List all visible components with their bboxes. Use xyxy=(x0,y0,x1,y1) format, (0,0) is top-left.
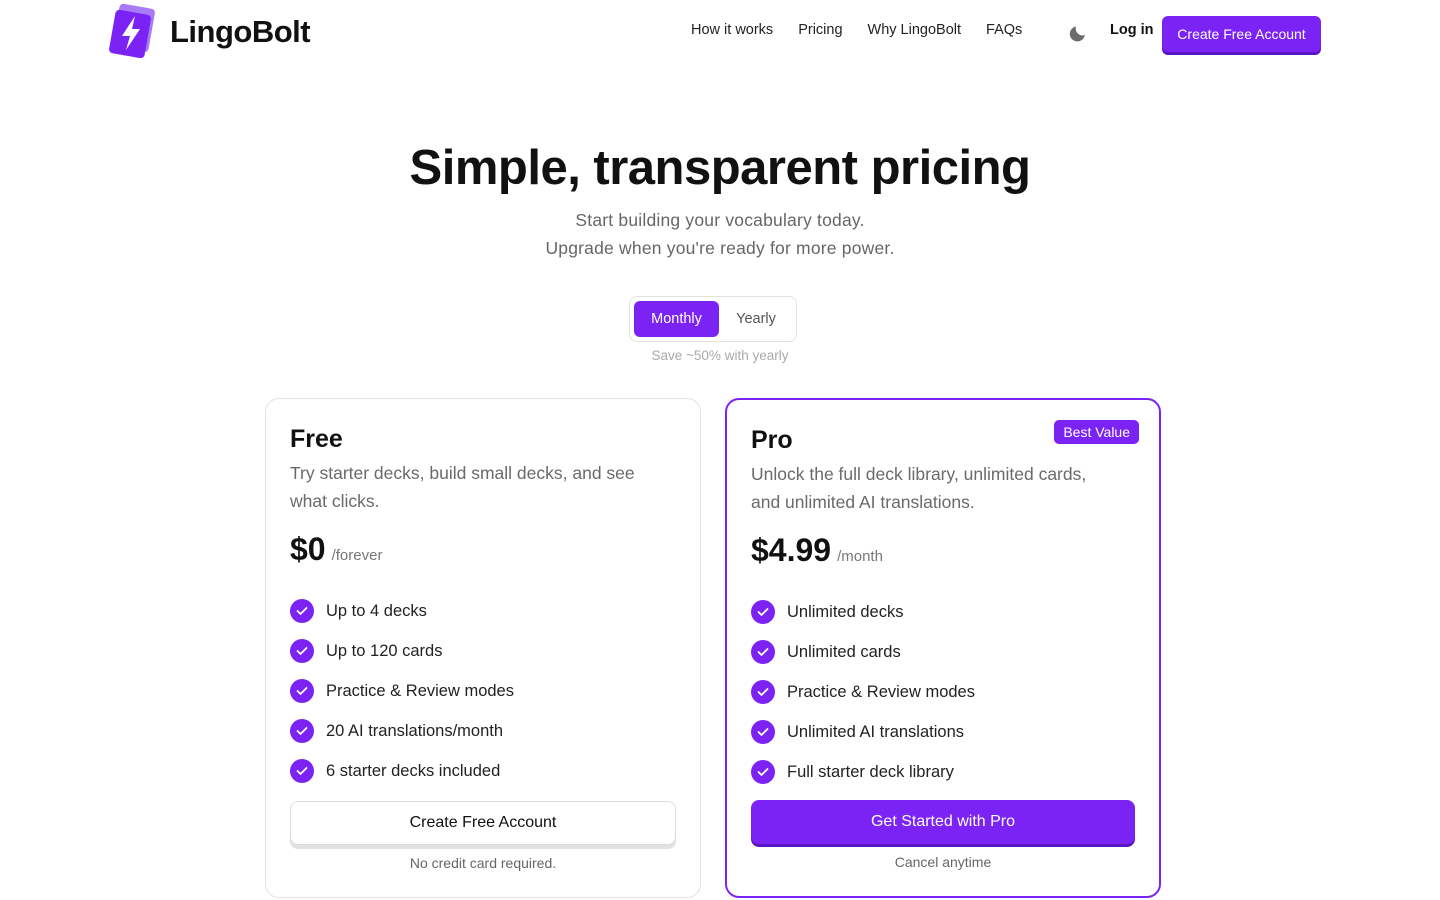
billing-toggle: Monthly Yearly xyxy=(629,296,797,342)
hero-subtitle-line2: Upgrade when you're ready for more power… xyxy=(545,238,895,258)
page-title: Simple, transparent pricing xyxy=(409,141,1031,195)
feature-item: Full starter deck library xyxy=(751,752,975,792)
plan-period: /month xyxy=(837,548,883,565)
plan-description: Unlock the full deck library, unlimited … xyxy=(751,464,1087,512)
billing-yearly-tab[interactable]: Yearly xyxy=(722,301,790,337)
bolt-logo-icon xyxy=(109,4,155,59)
feature-item: Unlimited cards xyxy=(751,632,975,672)
check-icon xyxy=(290,719,314,743)
nav-link-pricing[interactable]: Pricing xyxy=(798,22,842,38)
plan-card-free: Free Try starter decks, build small deck… xyxy=(265,398,701,898)
check-icon xyxy=(290,599,314,623)
feature-item: Up to 4 decks xyxy=(290,591,514,631)
yearly-savings-note: Save ~50% with yearly xyxy=(651,348,789,363)
price-row: $4.99 /month xyxy=(751,532,883,569)
hero-subtitle-line1: Start building your vocabulary today. xyxy=(575,210,865,230)
feature-item: 6 starter decks included xyxy=(290,751,514,791)
plan-name: Pro xyxy=(751,426,793,454)
feature-item: 20 AI translations/month xyxy=(290,711,514,751)
login-link[interactable]: Log in xyxy=(1110,22,1154,38)
feature-item: Practice & Review modes xyxy=(751,672,975,712)
check-icon xyxy=(290,639,314,663)
feature-list: Up to 4 decks Up to 120 cards Practice &… xyxy=(290,591,514,791)
price-row: $0 /forever xyxy=(290,531,382,568)
get-started-pro-button[interactable]: Get Started with Pro xyxy=(751,800,1135,844)
plan-price: $4.99 xyxy=(751,532,832,568)
plan-note: No credit card required. xyxy=(409,855,557,871)
nav-link-faqs[interactable]: FAQs xyxy=(986,22,1022,38)
check-icon xyxy=(751,600,775,624)
check-icon xyxy=(290,759,314,783)
check-icon xyxy=(751,720,775,744)
check-icon xyxy=(751,760,775,784)
nav-links: How it works Pricing Why LingoBolt FAQs xyxy=(691,22,1047,38)
plan-card-pro: Best Value Pro Unlock the full deck libr… xyxy=(725,398,1161,898)
best-value-badge: Best Value xyxy=(1054,420,1139,444)
top-nav: LingoBolt How it works Pricing Why Lingo… xyxy=(0,0,1440,64)
moon-icon[interactable] xyxy=(1069,22,1089,42)
create-free-account-button[interactable]: Create Free Account xyxy=(290,801,676,845)
feature-item: Unlimited AI translations xyxy=(751,712,975,752)
check-icon xyxy=(290,679,314,703)
feature-item: Up to 120 cards xyxy=(290,631,514,671)
nav-link-how-it-works[interactable]: How it works xyxy=(691,22,773,38)
feature-item: Practice & Review modes xyxy=(290,671,514,711)
plan-name: Free xyxy=(290,425,343,453)
plan-description: Try starter decks, build small decks, an… xyxy=(290,463,635,511)
plan-note: Cancel anytime xyxy=(894,854,992,870)
brand-logo[interactable]: LingoBolt xyxy=(108,4,311,60)
feature-item: Unlimited decks xyxy=(751,592,975,632)
plan-price: $0 xyxy=(290,531,326,567)
check-icon xyxy=(751,640,775,664)
check-icon xyxy=(751,680,775,704)
billing-monthly-tab[interactable]: Monthly xyxy=(634,301,719,337)
plan-period: /forever xyxy=(331,547,383,564)
nav-link-why-lingobolt[interactable]: Why LingoBolt xyxy=(868,22,962,38)
brand-name: LingoBolt xyxy=(170,14,311,49)
feature-list: Unlimited decks Unlimited cards Practice… xyxy=(751,592,975,792)
create-account-button[interactable]: Create Free Account xyxy=(1162,16,1321,52)
